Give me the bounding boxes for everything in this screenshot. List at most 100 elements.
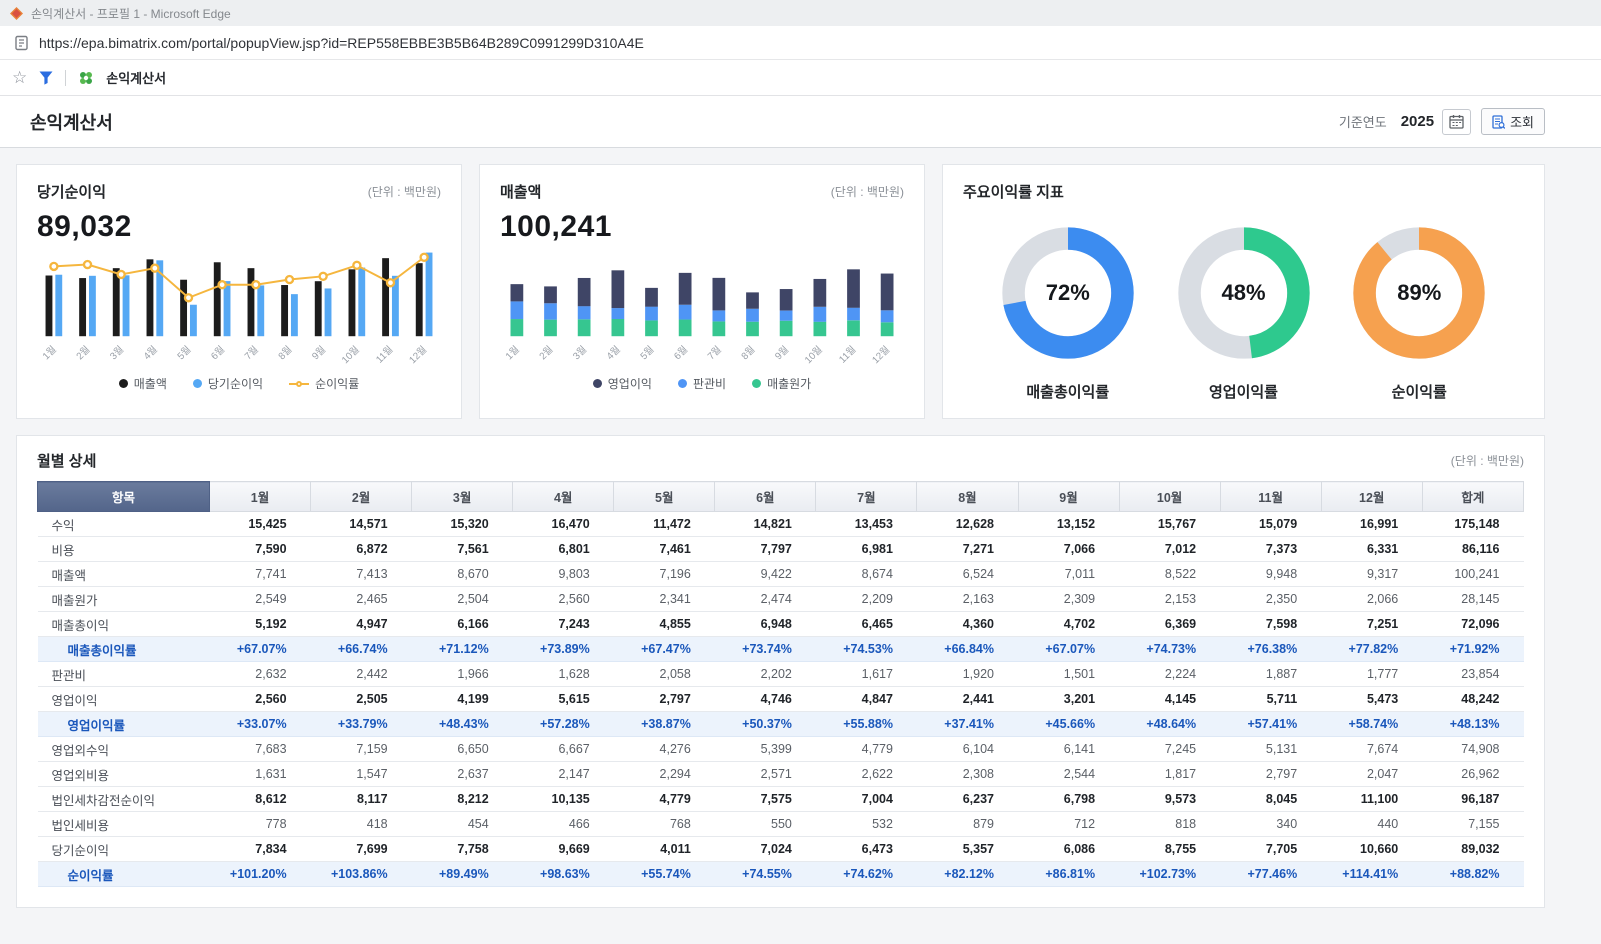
table-row[interactable]: 수익15,42514,57115,32016,47011,47214,82113…	[38, 512, 1524, 537]
cell-value: 2,341	[614, 587, 715, 612]
site-info-icon[interactable]	[14, 35, 29, 51]
cell-value: 10,135	[513, 787, 614, 812]
search-button[interactable]: 조회	[1481, 108, 1545, 135]
column-header[interactable]: 11월	[1220, 482, 1321, 512]
address-bar[interactable]: https://epa.bimatrix.com/portal/popupVie…	[0, 26, 1601, 60]
column-header[interactable]: 2월	[311, 482, 412, 512]
column-header[interactable]: 5월	[614, 482, 715, 512]
card-title: 당기순이익	[37, 181, 106, 202]
bookmark-label[interactable]: 손익계산서	[106, 68, 166, 87]
cell-value: +33.79%	[311, 712, 412, 737]
legend-item[interactable]: 영업이익	[593, 375, 652, 392]
table-row[interactable]: 매출총이익5,1924,9476,1667,2434,8556,9486,465…	[38, 612, 1524, 637]
cell-value: 7,243	[513, 612, 614, 637]
column-header[interactable]: 9월	[1018, 482, 1119, 512]
ratio-card: 주요이익률 지표 72% 매출총이익률 48% 영업이익률 89% 순이익률	[942, 164, 1545, 419]
svg-text:6월: 6월	[209, 344, 228, 363]
page-title: 손익계산서	[30, 109, 113, 135]
donut-chart[interactable]: 89%	[1348, 222, 1490, 364]
revenue-chart[interactable]: 1월2월3월4월5월6월7월8월9월10월11월12월	[500, 246, 904, 373]
column-header[interactable]: 12월	[1321, 482, 1422, 512]
column-header[interactable]: 8월	[917, 482, 1018, 512]
column-header[interactable]: 6월	[715, 482, 816, 512]
legend-item[interactable]: 매출액	[119, 375, 167, 392]
column-header[interactable]: 3월	[412, 482, 513, 512]
url-text[interactable]: https://epa.bimatrix.com/portal/popupVie…	[39, 35, 644, 51]
legend-item[interactable]: 순이익률	[289, 375, 359, 392]
cell-value: 2,224	[1119, 662, 1220, 687]
bimatrix-logo-icon[interactable]	[78, 70, 94, 86]
row-label: 영업이익률	[38, 712, 210, 737]
calendar-button[interactable]	[1442, 109, 1471, 135]
kpi-cards-row: 당기순이익 (단위 : 백만원) 89,032 1월2월3월4월5월6월7월8월…	[16, 164, 1545, 419]
column-header[interactable]: 4월	[513, 482, 614, 512]
table-row[interactable]: 매출원가2,5492,4652,5042,5602,3412,4742,2092…	[38, 587, 1524, 612]
table-body: 수익15,42514,57115,32016,47011,47214,82113…	[38, 512, 1524, 887]
cell-value: 2,350	[1220, 587, 1321, 612]
column-header[interactable]: 1월	[210, 482, 311, 512]
cell-value: 8,117	[311, 787, 412, 812]
table-row[interactable]: 순이익률+101.20%+103.86%+89.49%+98.63%+55.74…	[38, 862, 1524, 887]
svg-text:4월: 4월	[604, 344, 623, 363]
cell-value: 7,797	[715, 537, 816, 562]
row-label: 영업외수익	[38, 737, 210, 762]
cell-value: 6,524	[917, 562, 1018, 587]
table-row[interactable]: 영업이익률+33.07%+33.79%+48.43%+57.28%+38.87%…	[38, 712, 1524, 737]
table-row[interactable]: 법인세차감전순이익8,6128,1178,21210,1354,7797,575…	[38, 787, 1524, 812]
column-header[interactable]: 합계	[1422, 482, 1523, 512]
table-row[interactable]: 영업외수익7,6837,1596,6506,6674,2765,3994,779…	[38, 737, 1524, 762]
donut-chart[interactable]: 48%	[1173, 222, 1315, 364]
cell-value: 2,202	[715, 662, 816, 687]
column-header[interactable]: 항목	[38, 482, 210, 512]
cell-value: 11,472	[614, 512, 715, 537]
legend-label: 판관비	[693, 375, 726, 392]
cell-value: +55.74%	[614, 862, 715, 887]
table-row[interactable]: 비용7,5906,8727,5616,8017,4617,7976,9817,2…	[38, 537, 1524, 562]
base-year-value[interactable]: 2025	[1401, 113, 1434, 130]
table-row[interactable]: 법인세비용77841845446676855053287971281834044…	[38, 812, 1524, 837]
cell-value: 6,981	[816, 537, 917, 562]
cell-value: 4,011	[614, 837, 715, 862]
table-row[interactable]: 당기순이익7,8347,6997,7589,6694,0117,0246,473…	[38, 837, 1524, 862]
legend-item[interactable]: 매출원가	[752, 375, 811, 392]
cell-value: +103.86%	[311, 862, 412, 887]
cell-value: +48.43%	[412, 712, 513, 737]
cell-value: 2,544	[1018, 762, 1119, 787]
cell-value: 15,079	[1220, 512, 1321, 537]
row-label: 수익	[38, 512, 210, 537]
cell-value: 12,628	[917, 512, 1018, 537]
legend-item[interactable]: 당기순이익	[193, 375, 263, 392]
cell-value: +45.66%	[1018, 712, 1119, 737]
table-row[interactable]: 영업이익2,5602,5054,1995,6152,7974,7464,8472…	[38, 687, 1524, 712]
donut-row: 72% 매출총이익률 48% 영업이익률 89% 순이익률	[963, 222, 1524, 402]
svg-text:11월: 11월	[837, 344, 859, 366]
svg-text:8월: 8월	[276, 344, 295, 363]
cell-value: 6,667	[513, 737, 614, 762]
legend-label: 영업이익	[608, 375, 652, 392]
net-income-chart[interactable]: 1월2월3월4월5월6월7월8월9월10월11월12월	[37, 246, 441, 373]
column-header[interactable]: 10월	[1119, 482, 1220, 512]
cell-value: 2,441	[917, 687, 1018, 712]
cell-value: 2,797	[1220, 762, 1321, 787]
cell-value: 6,872	[311, 537, 412, 562]
svg-text:1월: 1월	[40, 344, 59, 363]
donut-chart[interactable]: 72%	[997, 222, 1139, 364]
column-header[interactable]: 7월	[816, 482, 917, 512]
legend-label: 당기순이익	[208, 375, 263, 392]
legend-item[interactable]: 판관비	[678, 375, 726, 392]
table-row[interactable]: 매출총이익률+67.07%+66.74%+71.12%+73.89%+67.47…	[38, 637, 1524, 662]
table-row[interactable]: 매출액7,7417,4138,6709,8037,1969,4228,6746,…	[38, 562, 1524, 587]
cell-value: 8,674	[816, 562, 917, 587]
cell-value: 1,887	[1220, 662, 1321, 687]
cell-value: 6,473	[816, 837, 917, 862]
cell-value: 2,465	[311, 587, 412, 612]
cell-value: 28,145	[1422, 587, 1523, 612]
cell-value: 8,212	[412, 787, 513, 812]
cell-value: 2,309	[1018, 587, 1119, 612]
favorite-star-icon[interactable]: ☆	[12, 69, 27, 86]
table-row[interactable]: 영업외비용1,6311,5472,6372,1472,2942,5712,622…	[38, 762, 1524, 787]
filter-icon[interactable]	[39, 71, 53, 85]
table-row[interactable]: 판관비2,6322,4421,9661,6282,0582,2021,6171,…	[38, 662, 1524, 687]
cell-value: +50.37%	[715, 712, 816, 737]
cell-value: 7,155	[1422, 812, 1523, 837]
